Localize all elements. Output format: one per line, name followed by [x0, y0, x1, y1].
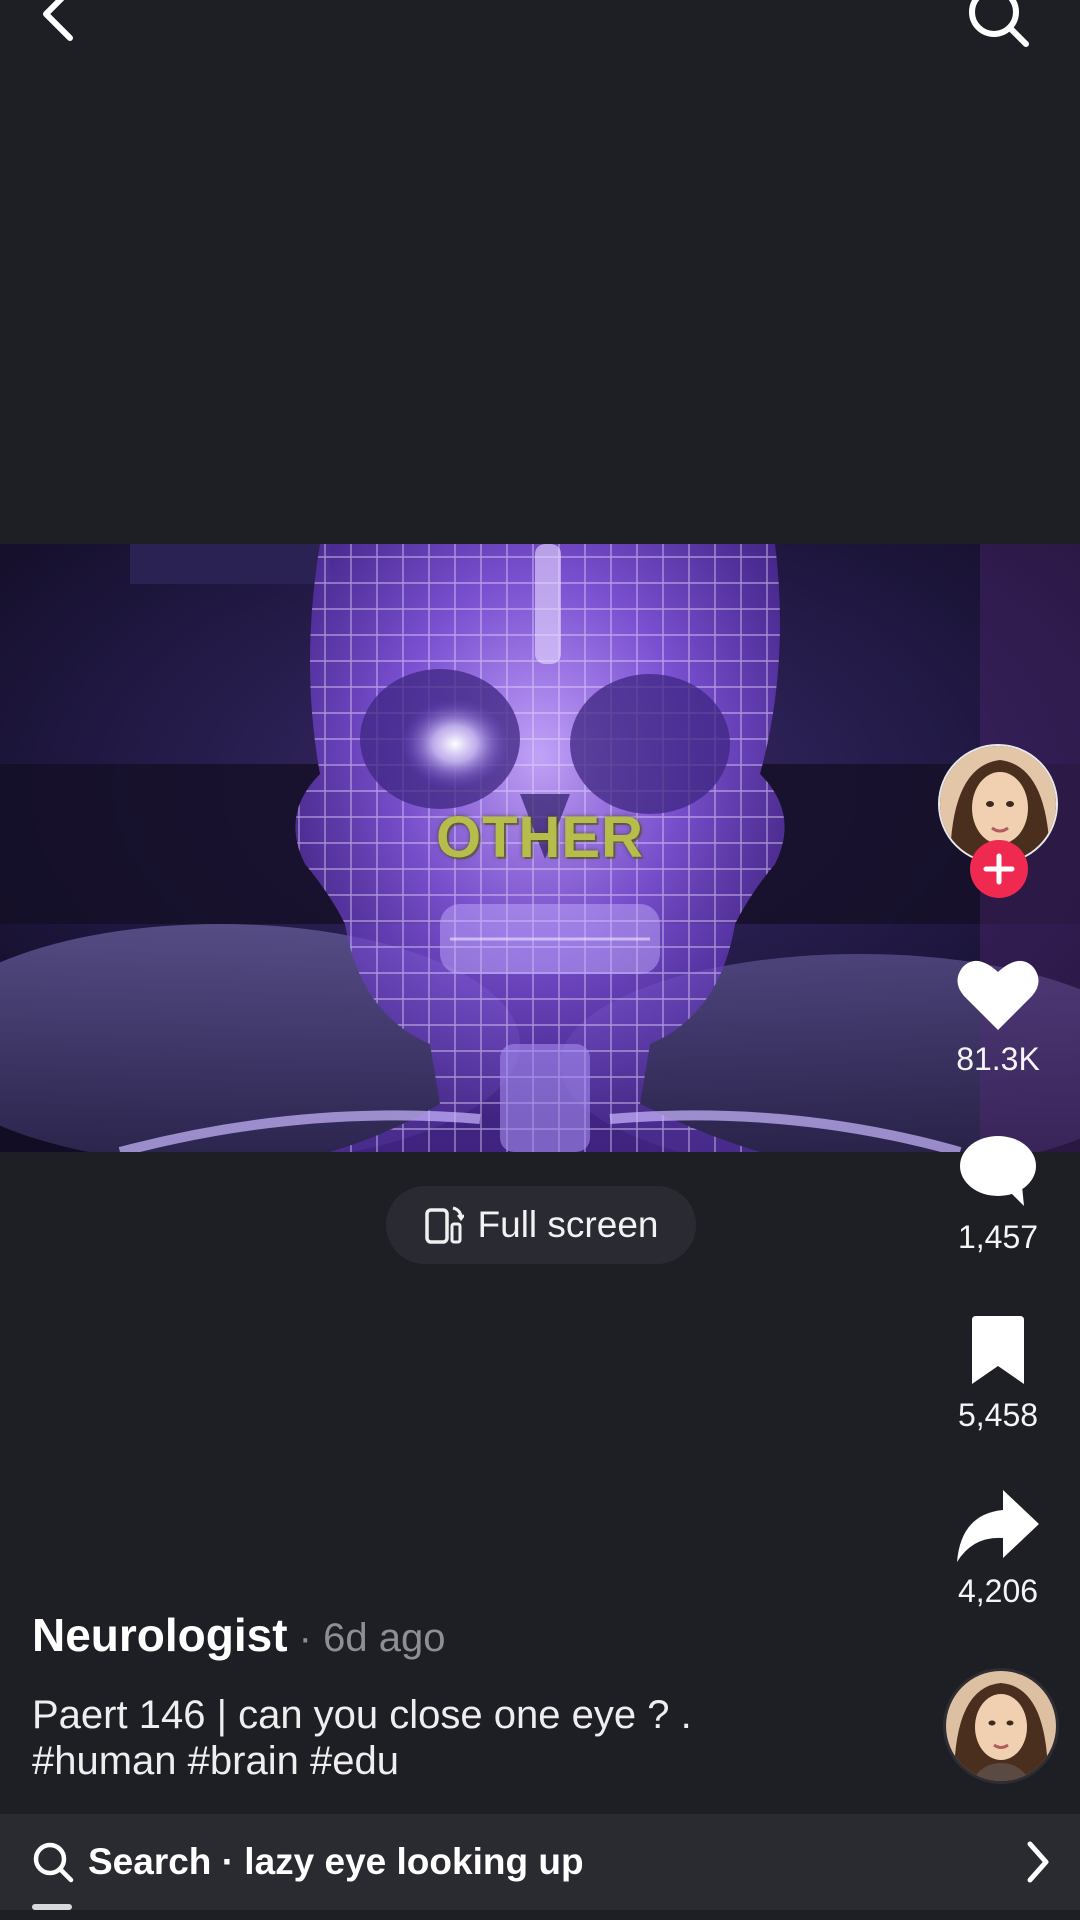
heart-icon — [957, 960, 1039, 1030]
video-player[interactable]: OTHER — [0, 544, 1080, 1152]
full-screen-button[interactable]: Full screen — [386, 1186, 696, 1264]
plus-icon — [983, 853, 1015, 885]
share-count: 4,206 — [957, 1573, 1039, 1609]
comment-bubble-icon — [960, 1136, 1036, 1206]
music-avatar-image — [946, 1671, 1056, 1781]
full-screen-label: Full screen — [477, 1204, 659, 1245]
back-chevron-left-icon[interactable] — [30, 0, 90, 46]
share-button[interactable]: 4,206 — [940, 1488, 1056, 1610]
video-progress-bar[interactable] — [32, 1904, 72, 1910]
share-arrow-icon — [957, 1490, 1039, 1562]
related-search-bar[interactable]: Search · lazy eye looking up — [0, 1814, 1080, 1910]
post-age: · 6d ago — [287, 1616, 446, 1660]
rotate-phone-icon — [424, 1206, 464, 1244]
follow-plus-button[interactable] — [970, 840, 1028, 898]
chevron-right-icon — [1027, 1841, 1049, 1883]
author-name[interactable]: Neurologist — [32, 1609, 288, 1661]
comment-count: 1,457 — [957, 1219, 1039, 1255]
related-search-text: Search · lazy eye looking up — [88, 1841, 584, 1882]
caption-text: Paert 146 | can you close one eye ? . — [32, 1693, 692, 1737]
search-icon — [33, 1842, 74, 1883]
bookmark-icon — [972, 1316, 1024, 1384]
caption-hashtags[interactable]: #human #brain #edu — [32, 1738, 912, 1784]
author-line: Neurologist · 6d ago — [32, 1608, 445, 1662]
post-caption: Paert 146 | can you close one eye ? . #h… — [32, 1692, 912, 1784]
like-button[interactable]: 81.3K — [940, 956, 1056, 1078]
save-button[interactable]: 5,458 — [940, 1314, 1056, 1434]
like-count: 81.3K — [956, 1041, 1040, 1077]
save-count: 5,458 — [957, 1397, 1039, 1433]
comment-button[interactable]: 1,457 — [940, 1134, 1056, 1256]
video-overlay-caption: OTHER — [436, 805, 644, 870]
search-icon[interactable] — [962, 0, 1032, 52]
music-disc-avatar[interactable] — [943, 1668, 1059, 1784]
